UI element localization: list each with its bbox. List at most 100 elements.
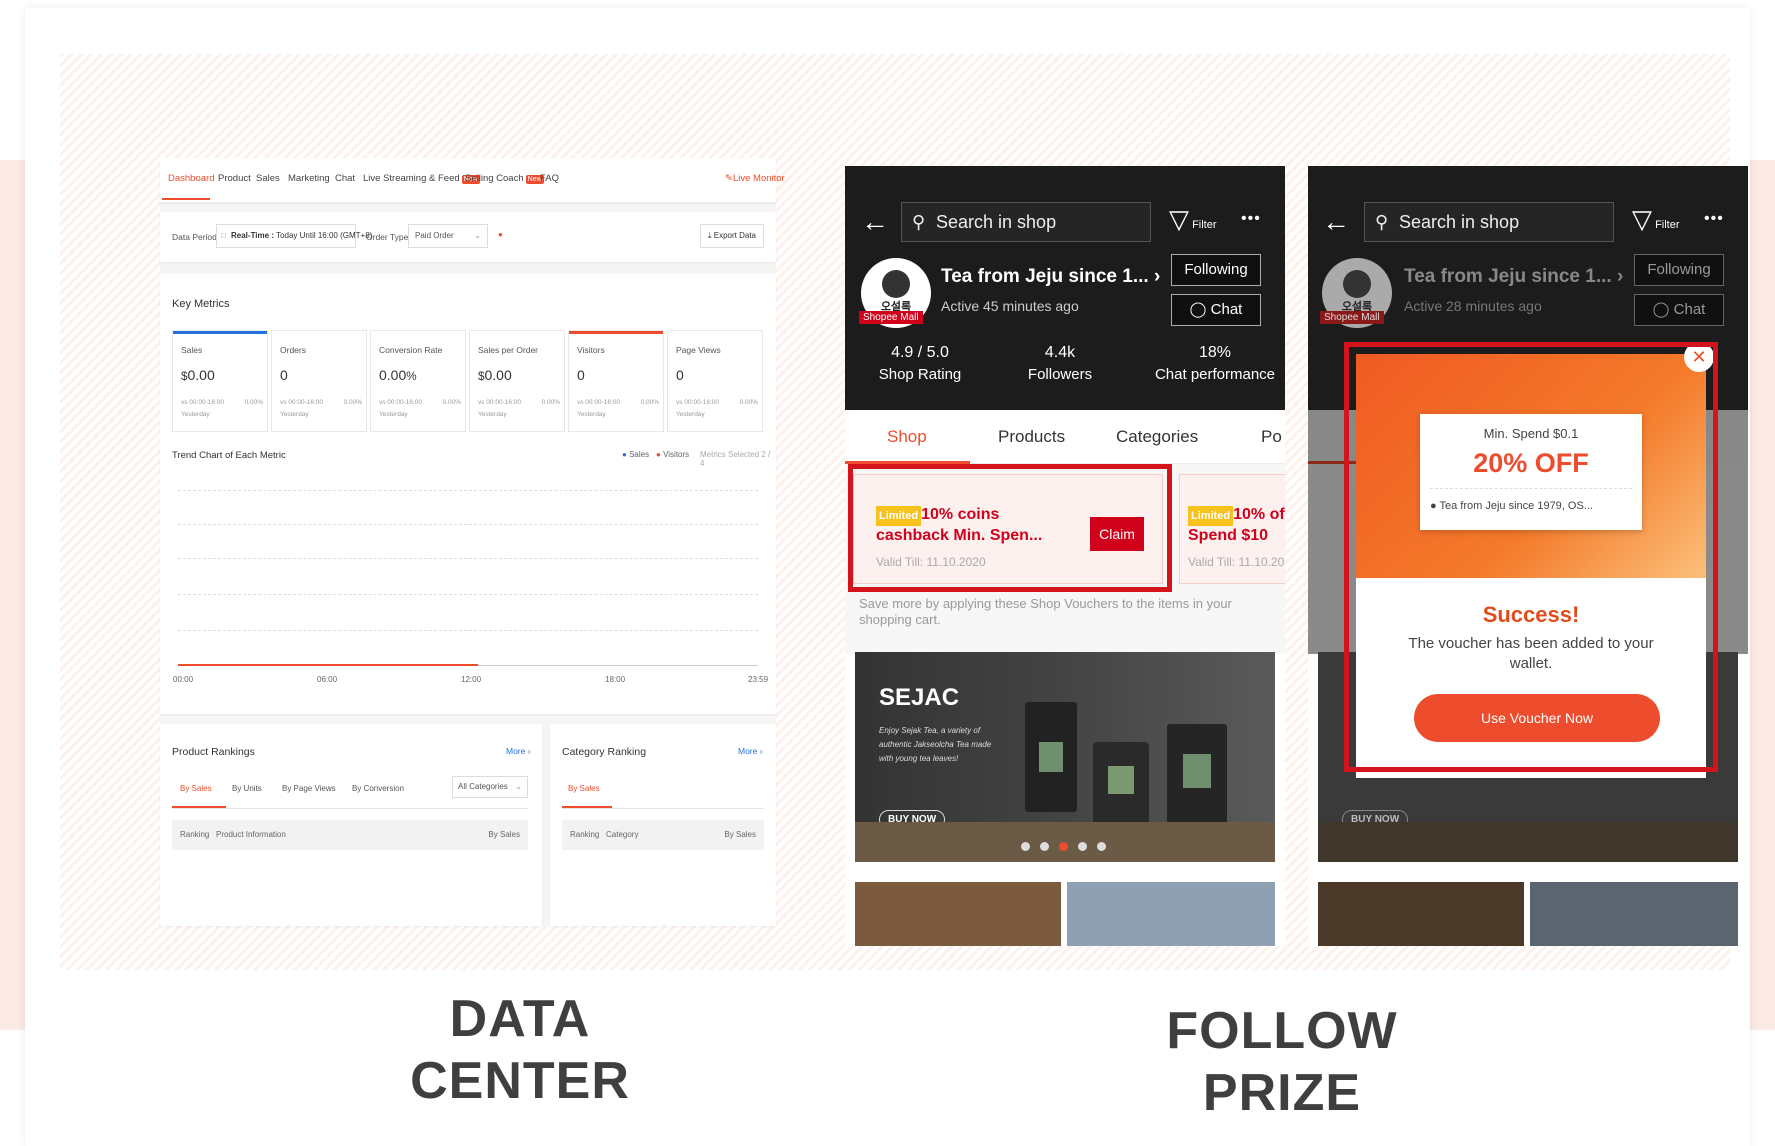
tab-by-sales[interactable]: By Sales xyxy=(180,784,212,793)
metric-compare: vs 00:00-16:00 xyxy=(676,399,720,406)
key-metrics-panel: Key Metrics Sales $0.00 vs 00:00-16:00 0.00… xyxy=(160,274,776,714)
tab-by-conversion[interactable]: By Conversion xyxy=(352,784,404,793)
more-icon[interactable]: ••• xyxy=(1241,210,1261,228)
metric-change: 0.00% xyxy=(343,399,362,406)
tab-shop[interactable]: Shop xyxy=(887,427,927,447)
tab-product[interactable]: Product xyxy=(218,173,251,184)
tea-package-image xyxy=(1025,702,1077,812)
carousel-dot[interactable] xyxy=(1097,842,1106,851)
search-input[interactable]: ⚲ Search in shop xyxy=(1364,202,1614,242)
metric-yesterday: Yesterday xyxy=(577,411,606,418)
search-input[interactable]: ⚲ Search in shop xyxy=(901,202,1151,242)
active-status: Active 45 minutes ago xyxy=(941,298,1079,314)
follow-prize-caption: FOLLOW PRIZE xyxy=(1142,1000,1422,1124)
table-header: Ranking Product Information By Sales xyxy=(172,820,528,850)
tab-dashboard[interactable]: Dashboard xyxy=(168,173,214,184)
tab-faq[interactable]: FAQ xyxy=(540,173,559,184)
tab-live-streaming[interactable]: Live Streaming & Feed New xyxy=(363,173,480,184)
chat-button[interactable]: ◯ Chat xyxy=(1634,294,1724,326)
product-rankings-panel: Product Rankings More › By Sales By Unit… xyxy=(160,724,542,926)
x-tick: 12:00 xyxy=(461,675,482,684)
live-monitor-link[interactable]: ✎Live Monitor xyxy=(725,173,785,184)
tab-by-units[interactable]: By Units xyxy=(232,784,262,793)
category-ranking-title: Category Ranking xyxy=(562,746,647,758)
shop-name[interactable]: Tea from Jeju since 1... › xyxy=(941,266,1160,288)
chat-icon: ◯ xyxy=(1652,301,1670,318)
back-arrow-icon[interactable]: ← xyxy=(1322,206,1350,238)
tab-by-sales[interactable]: By Sales xyxy=(568,784,600,793)
filter-button[interactable]: ▽ Filter xyxy=(1632,204,1680,235)
legend-visitors: ● Visitors xyxy=(656,450,690,459)
order-type-select[interactable]: Paid Order ⌄ xyxy=(408,224,488,248)
realtime-label: Real-Time : xyxy=(231,231,274,240)
metric-value: $0.00 xyxy=(478,367,512,383)
tab-chat[interactable]: Chat xyxy=(335,173,355,184)
banner-description: Enjoy Sejak Tea, a variety of authentic … xyxy=(879,726,992,763)
visitors-series-line xyxy=(178,664,478,666)
caption-line: PRIZE xyxy=(1202,1064,1362,1122)
metrics-selected-count[interactable]: Metrics Selected 2 / 4 xyxy=(700,450,776,468)
metric-card-orders[interactable]: Orders 0 vs 00:00-16:00 0.00% Yesterday xyxy=(271,330,367,432)
metric-change: 0.00% xyxy=(541,399,560,406)
shopee-mall-badge: Shopee Mall xyxy=(1320,311,1384,324)
voucher-note: Save more by applying these Shop Voucher… xyxy=(859,596,1232,627)
filter-icon: ▽ xyxy=(1169,204,1189,234)
monitor-icon: ✎ xyxy=(725,173,733,184)
stat-followers: 4.4k Followers xyxy=(1005,344,1115,383)
column-by-sales: By Sales xyxy=(724,830,756,839)
more-link[interactable]: More › xyxy=(738,746,763,756)
category-select[interactable]: All Categories ⌄ xyxy=(452,776,528,798)
tab-categories[interactable]: Categories xyxy=(1116,427,1198,447)
following-button[interactable]: Following xyxy=(1171,254,1261,286)
tab-selling-coach[interactable]: Selling Coach New xyxy=(465,173,544,184)
metric-card-sales-per-order[interactable]: Sales per Order $0.00 vs 00:00-16:00 0.00% Y… xyxy=(469,330,565,432)
chevron-down-icon: ⌄ xyxy=(474,231,481,240)
download-icon: ⤓ xyxy=(707,231,712,240)
product-thumbnail[interactable] xyxy=(1530,882,1738,946)
tab-more[interactable]: Po xyxy=(1261,427,1282,447)
product-thumbnail[interactable] xyxy=(855,882,1061,946)
highlight-frame xyxy=(848,464,1172,592)
x-tick: 23:59 xyxy=(748,675,769,684)
carousel-dot-active[interactable] xyxy=(1059,842,1068,851)
tab-live-streaming-label: Live Streaming & Feed xyxy=(363,173,460,184)
key-metrics-title: Key Metrics xyxy=(172,298,230,310)
chevron-down-icon: ⌄ xyxy=(515,782,522,791)
product-thumbnail[interactable] xyxy=(1318,882,1524,946)
chat-label: Chat xyxy=(1673,301,1706,318)
carousel-dot[interactable] xyxy=(1040,842,1049,851)
export-data-button[interactable]: ⤓ Export Data xyxy=(700,224,764,248)
table-header: Ranking Category By Sales xyxy=(562,820,764,850)
shop-name[interactable]: Tea from Jeju since 1... › xyxy=(1404,266,1623,288)
tab-sales[interactable]: Sales xyxy=(256,173,280,184)
more-icon[interactable]: ••• xyxy=(1704,210,1724,228)
metric-card-sales[interactable]: Sales $0.00 vs 00:00-16:00 0.00% Yesterday xyxy=(172,330,268,432)
back-arrow-icon[interactable]: ← xyxy=(861,206,889,238)
metric-name: Sales xyxy=(181,345,203,355)
data-period-select[interactable]: □ Real-Time : Today Until 16:00 (GMT+8) xyxy=(216,224,372,248)
metric-compare: vs 00:00-16:00 xyxy=(181,399,225,406)
carousel-dot[interactable] xyxy=(1021,842,1030,851)
metric-change: 0.00% xyxy=(640,399,659,406)
chevron-right-icon: › xyxy=(1153,266,1161,287)
legend-sales: ● Sales xyxy=(622,450,650,459)
right-accent-strip xyxy=(1750,160,1775,1030)
tab-marketing[interactable]: Marketing xyxy=(288,173,330,184)
tab-products[interactable]: Products xyxy=(998,427,1065,447)
grid-line xyxy=(178,558,758,559)
chat-button[interactable]: ◯ Chat xyxy=(1171,294,1261,326)
following-button[interactable]: Following xyxy=(1634,254,1724,286)
data-center-caption: DATA CENTER xyxy=(380,988,660,1112)
more-link[interactable]: More › xyxy=(506,746,531,756)
product-thumbnail[interactable] xyxy=(1067,882,1275,946)
x-tick: 18:00 xyxy=(605,675,626,684)
carousel-dot[interactable] xyxy=(1078,842,1087,851)
promo-banner[interactable]: SEJAC Enjoy Sejak Tea, a variety of auth… xyxy=(855,652,1275,862)
metric-card-conversion-rate[interactable]: Conversion Rate 0.00% vs 00:00-16:00 0.00% Y… xyxy=(370,330,466,432)
column-by-sales: By Sales xyxy=(488,830,520,839)
metric-card-visitors[interactable]: Visitors 0 vs 00:00-16:00 0.00% Yesterday xyxy=(568,330,664,432)
tab-by-page-views[interactable]: By Page Views xyxy=(282,784,336,793)
filter-button[interactable]: ▽ Filter xyxy=(1169,204,1217,235)
filter-label: Filter xyxy=(1655,219,1680,231)
metric-card-page-views[interactable]: Page Views 0 vs 00:00-16:00 0.00% Yesterday xyxy=(667,330,763,432)
